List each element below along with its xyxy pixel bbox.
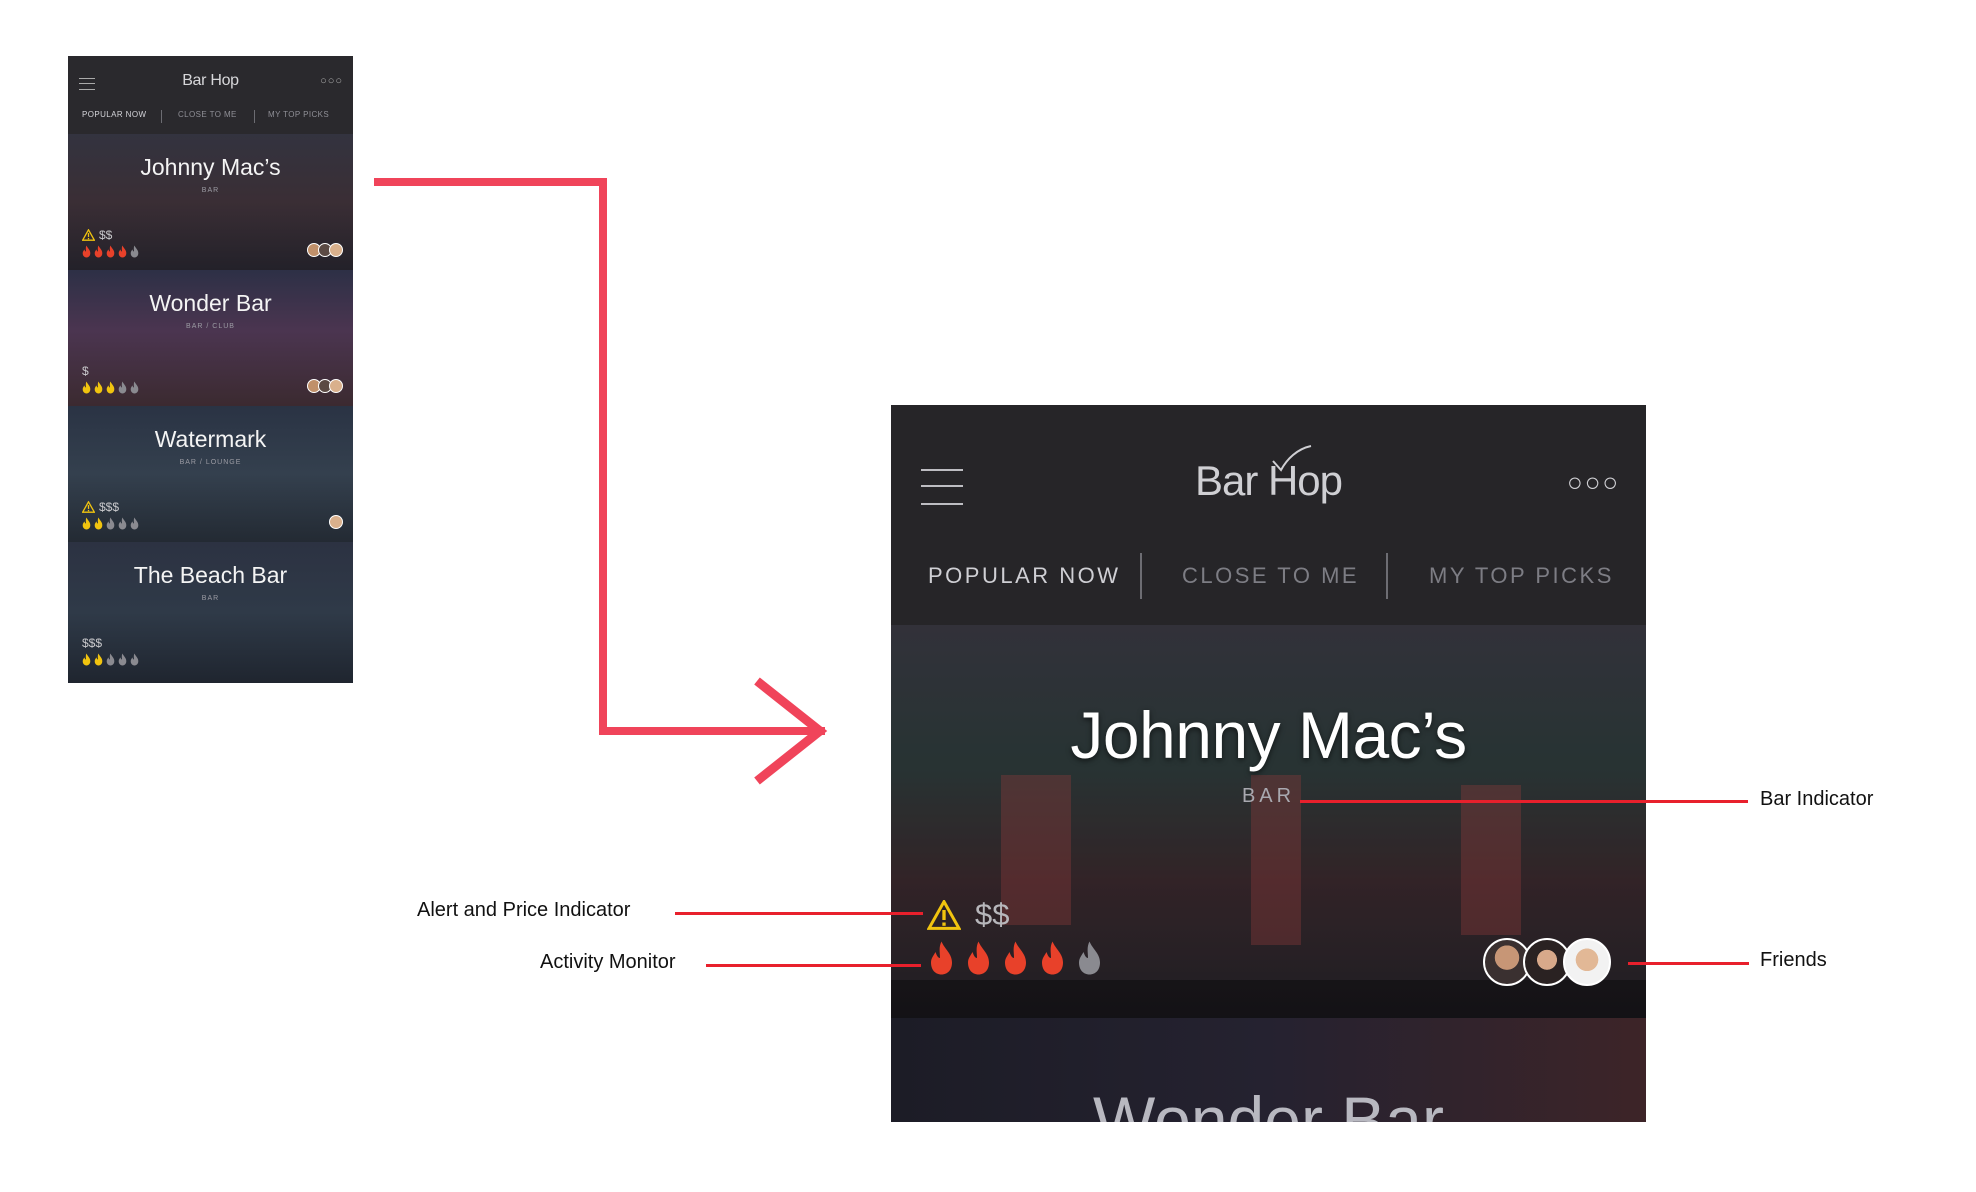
venue-card-featured[interactable]: Johnny Mac’s BAR $$ xyxy=(891,625,1646,1018)
alert-price-indicator: $$ xyxy=(927,897,1009,933)
friends-avatars[interactable] xyxy=(1483,938,1611,986)
friends-leader-line xyxy=(1628,962,1749,965)
tab-popular-now[interactable]: POPULAR NOW xyxy=(928,563,1121,589)
fire-icon xyxy=(1079,941,1100,975)
fire-icon xyxy=(968,941,989,975)
venue-name: Johnny Mac’s xyxy=(1070,698,1467,772)
bar-indicator-annotation: Bar Indicator xyxy=(1760,788,1874,810)
fire-icon xyxy=(1005,941,1026,975)
activity-monitor-leader-line xyxy=(706,964,921,967)
activity-monitor xyxy=(925,940,1106,976)
friends-annotation: Friends xyxy=(1760,949,1827,971)
app-logo: Bar Hop xyxy=(1194,457,1343,504)
price-level: $$ xyxy=(975,897,1010,932)
avatar xyxy=(1563,938,1611,986)
fire-icon xyxy=(1042,941,1063,975)
alert-icon xyxy=(927,900,961,930)
phone-screen-detail: Bar Hop ○○○ POPULAR NOW CLOSE TO ME MY T… xyxy=(891,405,1646,1122)
tab-close-to-me[interactable]: CLOSE TO ME xyxy=(1182,563,1359,589)
alert-price-leader-line xyxy=(675,912,923,915)
venue-card-next[interactable]: Wonder Bar xyxy=(891,1018,1646,1122)
bar-indicator: BAR xyxy=(1241,785,1296,807)
app-header: Bar Hop ○○○ POPULAR NOW CLOSE TO ME MY T… xyxy=(891,405,1646,625)
logo-swoosh-icon xyxy=(1272,445,1312,472)
tab-divider xyxy=(1386,553,1388,599)
venue-name: Wonder Bar xyxy=(1093,1083,1444,1122)
fire-icon xyxy=(931,941,952,975)
alert-price-annotation: Alert and Price Indicator xyxy=(417,899,631,921)
activity-monitor-annotation: Activity Monitor xyxy=(540,951,676,973)
bar-indicator-leader-line xyxy=(1300,800,1748,803)
tab-my-top-picks[interactable]: MY TOP PICKS xyxy=(1429,563,1614,589)
tab-divider xyxy=(1140,553,1142,599)
more-dots-icon[interactable]: ○○○ xyxy=(1567,467,1620,498)
